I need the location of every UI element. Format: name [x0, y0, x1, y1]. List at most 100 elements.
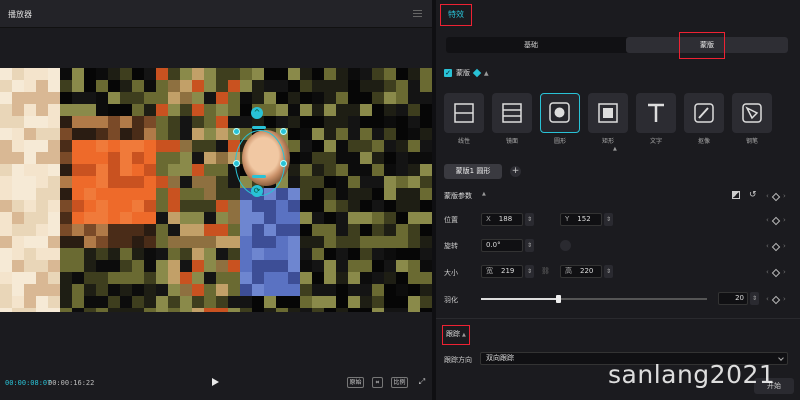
- y-key: Y: [565, 215, 570, 223]
- feather-slider-fill: [481, 298, 558, 300]
- fullscreen-fit-icon[interactable]: ⌗: [372, 377, 383, 388]
- player-panel: 播放器 ^ ⟳ 00:00:08:07 00:00:16:22 原始 ⌗ 比例 …: [0, 0, 432, 400]
- rotate-handle-icon[interactable]: ⟳: [251, 185, 263, 197]
- keyframe-icon[interactable]: [771, 242, 781, 252]
- mask-shape-linear[interactable]: [444, 93, 484, 133]
- invert-icon[interactable]: [732, 191, 740, 199]
- reset-icon[interactable]: ↺: [749, 190, 757, 200]
- tracking-section-title[interactable]: 跟踪 ▲: [442, 325, 470, 345]
- next-keyframe-icon[interactable]: ›: [783, 216, 786, 224]
- segmented-tabs: 基础 蒙版: [446, 37, 788, 53]
- mask-shape-circle[interactable]: [540, 93, 580, 133]
- mask-shape-brush[interactable]: [684, 93, 724, 133]
- resize-handle[interactable]: [233, 160, 240, 167]
- ratio-button[interactable]: 比例: [391, 377, 408, 388]
- mask-checkbox[interactable]: ✓: [444, 69, 452, 77]
- player-header: 播放器: [0, 0, 432, 28]
- rotation-field[interactable]: 0.0°: [481, 239, 523, 252]
- rotation-dial-icon[interactable]: [560, 240, 571, 251]
- tab-basic[interactable]: 基础: [446, 37, 616, 53]
- stepper-icon[interactable]: ⇕: [525, 265, 534, 278]
- position-y-field[interactable]: Y 152: [560, 213, 602, 226]
- highlight-box: [679, 32, 725, 59]
- feather-slider-knob[interactable]: [555, 295, 561, 303]
- shape-label: 线性: [457, 138, 470, 145]
- next-keyframe-icon[interactable]: ›: [783, 295, 786, 303]
- mask-params-title: 蒙版参数: [444, 192, 472, 200]
- prev-keyframe-icon[interactable]: ‹: [766, 216, 769, 224]
- properties-panel: 特效 基础 蒙版 ✓ 蒙版 ▲ 线性 镜面 圆形 矩形 文字 抠像 钢笔 ▲ 蒙…: [436, 0, 800, 400]
- mask-shape-mirror[interactable]: [492, 93, 532, 133]
- prev-keyframe-icon[interactable]: ‹: [766, 268, 769, 276]
- resize-handle[interactable]: [280, 128, 287, 135]
- total-time: 00:00:16:22: [48, 379, 95, 387]
- size-height-field[interactable]: 高 220: [560, 265, 602, 278]
- mask-shape-text[interactable]: [636, 93, 676, 133]
- play-icon[interactable]: [212, 378, 219, 386]
- prev-keyframe-icon[interactable]: ‹: [766, 295, 769, 303]
- original-button[interactable]: 原始: [347, 377, 364, 388]
- shape-label: 矩形: [601, 138, 614, 145]
- h-key: 高: [565, 267, 572, 275]
- stepper-icon[interactable]: ⇕: [604, 265, 613, 278]
- mask-item-tag[interactable]: 蒙版1 圆形: [444, 164, 502, 179]
- w-key: 宽: [486, 267, 493, 275]
- mask-label: 蒙版: [456, 69, 470, 77]
- size-height-value: 220: [580, 267, 594, 275]
- stepper-icon[interactable]: ⇕: [604, 213, 613, 226]
- circle-icon: [549, 102, 570, 123]
- link-icon[interactable]: ⛓: [541, 267, 550, 275]
- text-icon: [648, 103, 664, 122]
- tracking-title-text: 跟踪: [446, 330, 460, 338]
- feather-handle-icon[interactable]: ^: [251, 107, 263, 119]
- tab-effects[interactable]: 特效: [440, 4, 472, 26]
- player-controls: 00:00:08:07 00:00:16:22 原始 ⌗ 比例 ⤢: [0, 372, 432, 394]
- keyframe-icon[interactable]: [771, 216, 781, 226]
- prev-keyframe-icon[interactable]: ‹: [766, 192, 769, 200]
- current-time: 00:00:08:07: [5, 379, 52, 387]
- mask-shape-pen[interactable]: [732, 93, 772, 133]
- chevron-down-icon: [778, 355, 784, 361]
- next-keyframe-icon[interactable]: ›: [783, 192, 786, 200]
- watermark: sanlang2021: [608, 360, 776, 389]
- shape-label: 镜面: [505, 138, 518, 145]
- expand-caret-icon[interactable]: ▲: [613, 146, 617, 152]
- size-width-value: 219: [501, 267, 515, 275]
- size-width-field[interactable]: 宽 219: [481, 265, 523, 278]
- collapse-icon[interactable]: ▲: [484, 70, 489, 77]
- prev-keyframe-icon[interactable]: ‹: [766, 242, 769, 250]
- resize-handle[interactable]: [252, 126, 266, 129]
- stepper-icon[interactable]: ⇕: [525, 239, 534, 252]
- next-keyframe-icon[interactable]: ›: [783, 268, 786, 276]
- app-root: 播放器 ^ ⟳ 00:00:08:07 00:00:16:22 原始 ⌗ 比例 …: [0, 0, 800, 400]
- mask-shape-rectangle[interactable]: [588, 93, 628, 133]
- feather-label: 羽化: [444, 296, 458, 304]
- resize-handle[interactable]: [252, 175, 266, 178]
- stepper-icon[interactable]: ⇕: [525, 213, 534, 226]
- position-x-field[interactable]: X 188: [481, 213, 523, 226]
- position-y-value: 152: [577, 215, 591, 223]
- collapse-icon[interactable]: ▲: [482, 191, 486, 197]
- position-label: 位置: [444, 216, 458, 224]
- track-direction-label: 跟踪方向: [444, 356, 472, 364]
- keyframe-icon[interactable]: [771, 268, 781, 278]
- stepper-icon[interactable]: ⇕: [750, 292, 759, 305]
- add-mask-icon[interactable]: +: [510, 166, 521, 177]
- track-direction-value: 双向跟踪: [486, 354, 514, 362]
- divider: [436, 318, 800, 319]
- mask-toggle-row: ✓ 蒙版 ▲: [444, 67, 489, 79]
- feather-field[interactable]: 20: [718, 292, 748, 305]
- next-keyframe-icon[interactable]: ›: [783, 242, 786, 250]
- resize-handle[interactable]: [280, 160, 287, 167]
- keyframe-icon[interactable]: [771, 295, 781, 305]
- rectangle-icon: [598, 103, 618, 123]
- resize-handle[interactable]: [233, 128, 240, 135]
- menu-icon[interactable]: [413, 10, 422, 18]
- shape-label: 文字: [649, 138, 662, 145]
- expand-icon[interactable]: ⤢: [417, 377, 427, 388]
- player-title: 播放器: [8, 10, 32, 19]
- pen-icon: [742, 103, 762, 123]
- video-preview[interactable]: ^ ⟳: [0, 68, 432, 312]
- keyframe-icon[interactable]: [771, 192, 781, 202]
- feather-slider[interactable]: [481, 295, 707, 303]
